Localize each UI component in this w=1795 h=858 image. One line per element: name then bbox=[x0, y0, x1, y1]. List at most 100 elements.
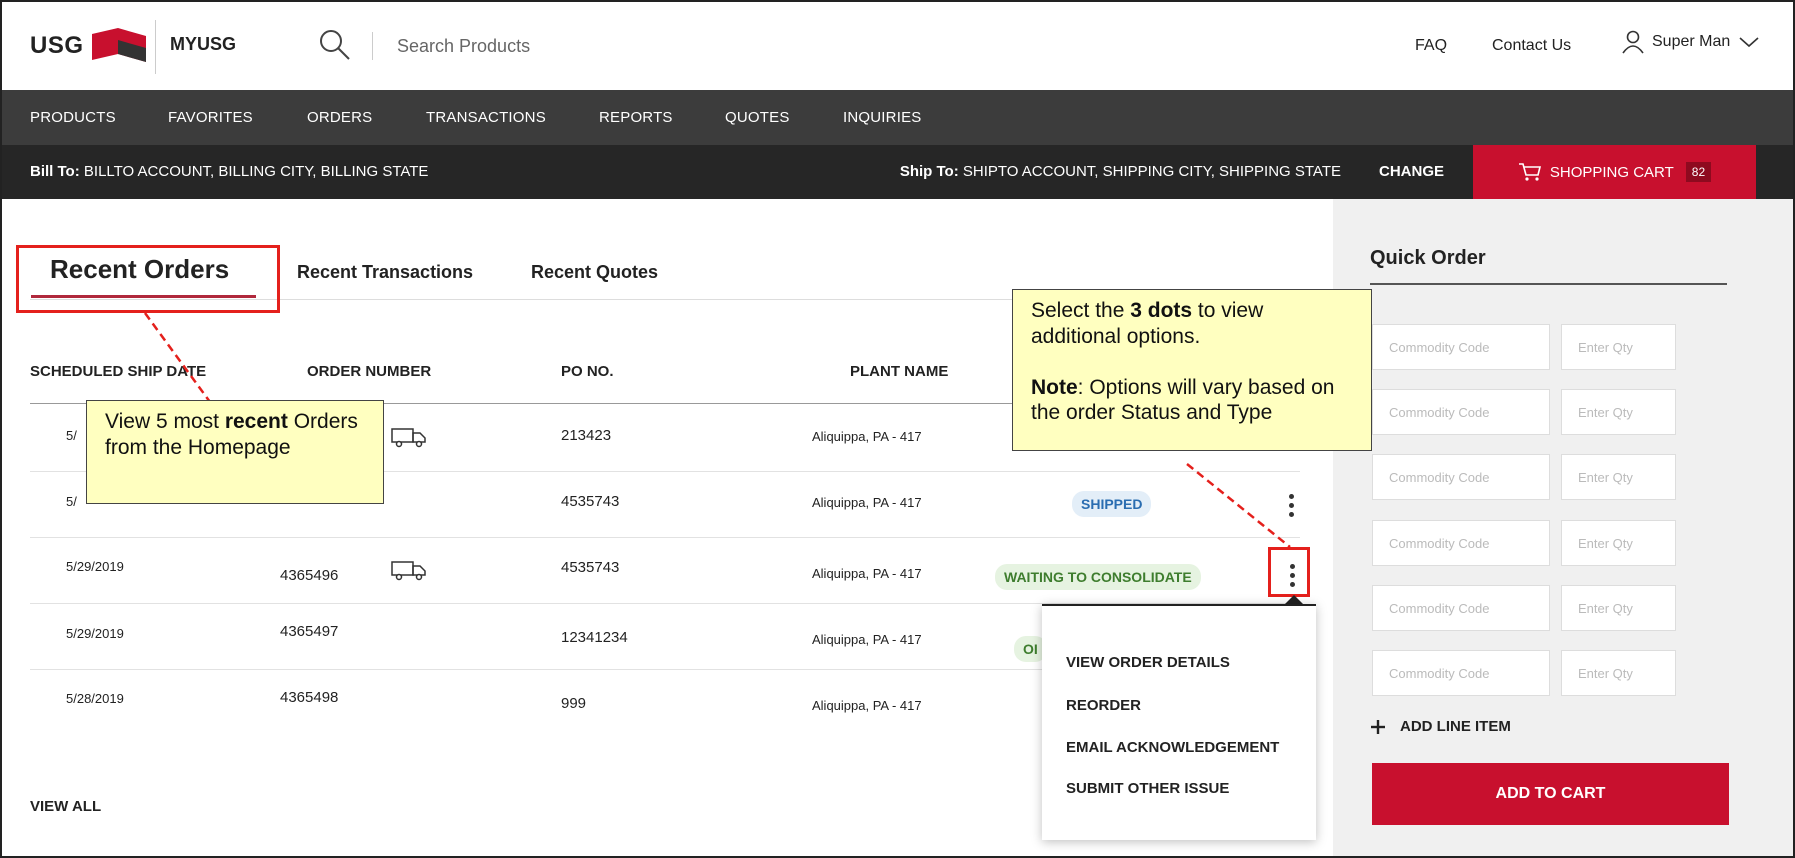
account-bar: Bill To: BILLTO ACCOUNT, BILLING CITY, B… bbox=[2, 145, 1793, 199]
usg-logo-mark-icon bbox=[91, 28, 146, 62]
add-line-item-label: ADD LINE ITEM bbox=[1400, 718, 1511, 735]
col-plant-name[interactable]: PLANT NAME bbox=[850, 363, 948, 380]
row1-date: 5/ bbox=[66, 428, 77, 443]
row4-plant: Aliquippa, PA - 417 bbox=[812, 632, 922, 647]
cart-label: SHOPPING CART bbox=[1549, 163, 1674, 181]
col-po-number[interactable]: PO NO. bbox=[561, 363, 614, 380]
change-button[interactable]: CHANGE bbox=[1379, 163, 1444, 180]
contact-us-link[interactable]: Contact Us bbox=[1492, 37, 1571, 55]
commodity-code-input[interactable] bbox=[1372, 585, 1550, 631]
nav-quotes[interactable]: QUOTES bbox=[725, 109, 790, 126]
row5-plant: Aliquippa, PA - 417 bbox=[812, 698, 922, 713]
menu-submit-other-issue[interactable]: SUBMIT OTHER ISSUE bbox=[1066, 780, 1229, 797]
faq-link[interactable]: FAQ bbox=[1415, 37, 1447, 55]
order-options-menu: VIEW ORDER DETAILS REORDER EMAIL ACKNOWL… bbox=[1042, 604, 1316, 840]
qty-input[interactable] bbox=[1561, 585, 1676, 631]
callout-emphasis: recent bbox=[224, 410, 288, 433]
user-menu[interactable]: Super Man bbox=[1622, 30, 1760, 54]
callout-text: View 5 most bbox=[105, 410, 225, 433]
ship-to: Ship To: SHIPTO ACCOUNT, SHIPPING CITY, … bbox=[900, 163, 1341, 180]
search-icon[interactable] bbox=[318, 28, 352, 62]
row1-po: 213423 bbox=[561, 427, 612, 444]
ship-to-label: Ship To: bbox=[899, 163, 959, 180]
nav-reports[interactable]: REPORTS bbox=[599, 109, 673, 126]
col-ship-date[interactable]: SCHEDULED SHIP DATE bbox=[30, 363, 206, 380]
ship-to-value: SHIPTO ACCOUNT, SHIPPING CITY, SHIPPING … bbox=[962, 163, 1341, 180]
cart-count-badge: 82 bbox=[1685, 162, 1712, 182]
menu-view-order-details[interactable]: VIEW ORDER DETAILS bbox=[1066, 654, 1230, 671]
usg-logo[interactable]: USG bbox=[30, 28, 148, 64]
commodity-code-input[interactable] bbox=[1372, 389, 1550, 435]
commodity-code-input[interactable] bbox=[1372, 324, 1550, 370]
row1-plant: Aliquippa, PA - 417 bbox=[812, 429, 922, 444]
user-icon bbox=[1622, 30, 1644, 54]
nav-products[interactable]: PRODUCTS bbox=[30, 109, 116, 126]
qty-input[interactable] bbox=[1561, 650, 1676, 696]
row3-date: 5/29/2019 bbox=[66, 559, 124, 574]
bill-to-label: Bill To: bbox=[30, 163, 80, 180]
commodity-code-input[interactable] bbox=[1372, 650, 1550, 696]
row5-po: 999 bbox=[561, 695, 587, 712]
qty-input[interactable] bbox=[1561, 389, 1676, 435]
callout-three-dots: Select the 3 dots to view additional opt… bbox=[1012, 289, 1372, 451]
callout-emphasis: 3 dots bbox=[1130, 299, 1193, 322]
row3-order-number[interactable]: 4365496 bbox=[280, 567, 338, 584]
row2-plant: Aliquippa, PA - 417 bbox=[812, 495, 922, 510]
row4-date: 5/29/2019 bbox=[66, 626, 124, 641]
top-header: USG MYUSG FAQ Contact Us Super Man bbox=[2, 2, 1793, 90]
row5-order-number[interactable]: 4365498 bbox=[280, 689, 338, 706]
tab-recent-transactions[interactable]: Recent Transactions bbox=[297, 262, 473, 283]
dots-highlight bbox=[1268, 547, 1310, 597]
header-divider bbox=[155, 20, 156, 74]
bill-to-value: BILLTO ACCOUNT, BILLING CITY, BILLING ST… bbox=[83, 163, 429, 180]
row4-order-number[interactable]: 4365497 bbox=[280, 623, 338, 640]
nav-orders[interactable]: ORDERS bbox=[307, 109, 372, 126]
shopping-cart-button[interactable]: SHOPPING CART 82 bbox=[1473, 145, 1756, 199]
row3-plant: Aliquippa, PA - 417 bbox=[812, 566, 922, 581]
add-to-cart-button[interactable]: ADD TO CART bbox=[1372, 763, 1729, 825]
app-name[interactable]: MYUSG bbox=[170, 34, 236, 55]
search-separator bbox=[372, 32, 373, 60]
add-line-item-button[interactable]: ADD LINE ITEM bbox=[1370, 718, 1511, 735]
chevron-down-icon bbox=[1739, 37, 1759, 48]
commodity-code-input[interactable] bbox=[1372, 454, 1550, 500]
app-frame: USG MYUSG FAQ Contact Us Super Man bbox=[0, 0, 1795, 858]
row4-po: 12341234 bbox=[561, 629, 628, 646]
user-name: Super Man bbox=[1652, 33, 1731, 50]
row2-po: 4535743 bbox=[561, 493, 620, 510]
row3-po: 4535743 bbox=[561, 559, 620, 576]
commodity-code-input[interactable] bbox=[1372, 520, 1550, 566]
logo-text: USG bbox=[30, 32, 84, 59]
quick-order-title: Quick Order bbox=[1370, 247, 1486, 269]
row-divider bbox=[30, 537, 1300, 538]
menu-reorder[interactable]: REORDER bbox=[1066, 697, 1141, 714]
main-nav: PRODUCTS FAVORITES ORDERS TRANSACTIONS R… bbox=[2, 90, 1793, 145]
status-badge: WAITING TO CONSOLIDATE bbox=[995, 564, 1201, 590]
qty-input[interactable] bbox=[1561, 520, 1676, 566]
tab-recent-quotes[interactable]: Recent Quotes bbox=[531, 262, 658, 283]
truck-icon bbox=[391, 561, 426, 581]
qty-input[interactable] bbox=[1561, 454, 1676, 500]
quick-order-panel: Quick Order ADD LINE ITEM ADD TO CART bbox=[1333, 199, 1793, 856]
status-badge: SHIPPED bbox=[1072, 491, 1152, 517]
recent-orders-highlight bbox=[16, 245, 280, 313]
plus-icon bbox=[1371, 719, 1385, 734]
more-options-icon[interactable] bbox=[1279, 490, 1303, 520]
menu-email-acknowledgement[interactable]: EMAIL ACKNOWLEDGEMENT bbox=[1066, 739, 1279, 756]
callout-recent-orders: View 5 most recent Orders from the Homep… bbox=[86, 400, 384, 504]
callout-text: Select the bbox=[1031, 299, 1131, 322]
row5-date: 5/28/2019 bbox=[66, 691, 124, 706]
view-all-link[interactable]: VIEW ALL bbox=[30, 798, 101, 815]
search-input[interactable] bbox=[397, 26, 817, 66]
cart-icon bbox=[1518, 163, 1541, 181]
qty-input[interactable] bbox=[1561, 324, 1676, 370]
nav-transactions[interactable]: TRANSACTIONS bbox=[426, 109, 546, 126]
quick-order-divider bbox=[1370, 283, 1727, 285]
callout-emphasis: Note bbox=[1031, 375, 1078, 399]
col-order-number[interactable]: ORDER NUMBER bbox=[307, 363, 431, 380]
row2-date: 5/ bbox=[66, 494, 77, 509]
nav-inquiries[interactable]: INQUIRIES bbox=[843, 109, 921, 126]
bill-to: Bill To: BILLTO ACCOUNT, BILLING CITY, B… bbox=[30, 163, 428, 180]
nav-favorites[interactable]: FAVORITES bbox=[168, 109, 253, 126]
truck-icon bbox=[391, 428, 426, 448]
